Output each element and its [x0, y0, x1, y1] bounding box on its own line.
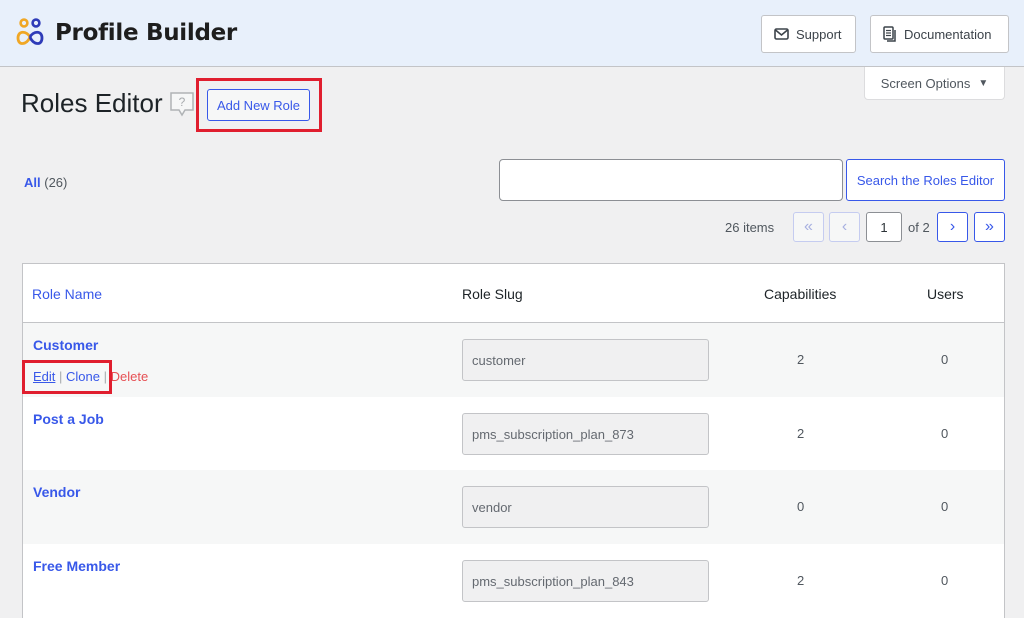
documentation-label: Documentation [904, 26, 992, 42]
role-slug-field[interactable]: customer [462, 339, 709, 381]
app-name: Profile Builder [55, 20, 237, 46]
items-count: 26 items [725, 220, 775, 235]
table-row: Customer Edit | Clone | Delete customer … [23, 323, 1004, 397]
profile-builder-logo-icon [16, 18, 44, 45]
screen-options-label: Screen Options [880, 75, 971, 91]
envelope-icon [774, 28, 789, 40]
filter-all-count: (26) [44, 175, 68, 190]
users-count: 0 [941, 499, 949, 514]
capabilities-count: 0 [797, 499, 805, 514]
role-slug-field[interactable]: pms_subscription_plan_873 [462, 413, 709, 455]
table-row: Vendor vendor 0 0 [23, 470, 1004, 544]
table-row: Free Member pms_subscription_plan_843 2 … [23, 544, 1004, 618]
role-name-link[interactable]: Customer [33, 337, 98, 353]
column-header-role-name[interactable]: Role Name [32, 286, 102, 302]
role-name-link[interactable]: Post a Job [33, 411, 104, 427]
table-row: Post a Job pms_subscription_plan_873 2 0 [23, 397, 1004, 471]
documentation-button[interactable]: Documentation [870, 15, 1009, 53]
table-header: Role Name Role Slug Capabilities Users [23, 264, 1004, 323]
prev-page-button[interactable]: ‹ [829, 212, 860, 242]
support-button[interactable]: Support [761, 15, 856, 53]
column-header-role-slug: Role Slug [462, 286, 523, 302]
highlight-box-row-actions [22, 360, 112, 394]
roles-table: Role Name Role Slug Capabilities Users C… [22, 263, 1005, 618]
document-icon [883, 26, 896, 42]
caret-down-icon: ▼ [978, 77, 989, 89]
help-icon[interactable]: ? [169, 91, 195, 124]
search-input[interactable] [499, 159, 843, 201]
support-label: Support [796, 26, 842, 42]
current-page-input[interactable]: 1 [866, 212, 902, 242]
filter-all: All (26) [24, 175, 67, 190]
page-title: Roles Editor [21, 88, 163, 118]
delete-link[interactable]: Delete [111, 369, 149, 384]
total-pages: of 2 [908, 220, 930, 235]
capabilities-count: 2 [797, 426, 805, 441]
top-header: Profile Builder Support Documentation [0, 0, 1024, 67]
role-name-link[interactable]: Vendor [33, 484, 80, 500]
role-name-link[interactable]: Free Member [33, 558, 120, 574]
column-header-capabilities: Capabilities [764, 286, 837, 302]
screen-options-button[interactable]: Screen Options ▼ [864, 67, 1005, 100]
first-page-button[interactable]: « [793, 212, 824, 242]
users-count: 0 [941, 426, 949, 441]
profile-builder-logo: Profile Builder [14, 17, 237, 49]
role-slug-field[interactable]: vendor [462, 486, 709, 528]
add-new-role-button[interactable]: Add New Role [207, 89, 310, 121]
filter-all-link[interactable]: All [24, 175, 41, 190]
last-page-button[interactable]: » [974, 212, 1005, 242]
capabilities-count: 2 [797, 573, 805, 588]
role-slug-field[interactable]: pms_subscription_plan_843 [462, 560, 709, 602]
search-roles-button[interactable]: Search the Roles Editor [846, 159, 1005, 201]
capabilities-count: 2 [797, 352, 805, 367]
users-count: 0 [941, 573, 949, 588]
column-header-users: Users [927, 286, 964, 302]
users-count: 0 [941, 352, 949, 367]
next-page-button[interactable]: › [937, 212, 968, 242]
svg-text:?: ? [179, 95, 186, 109]
